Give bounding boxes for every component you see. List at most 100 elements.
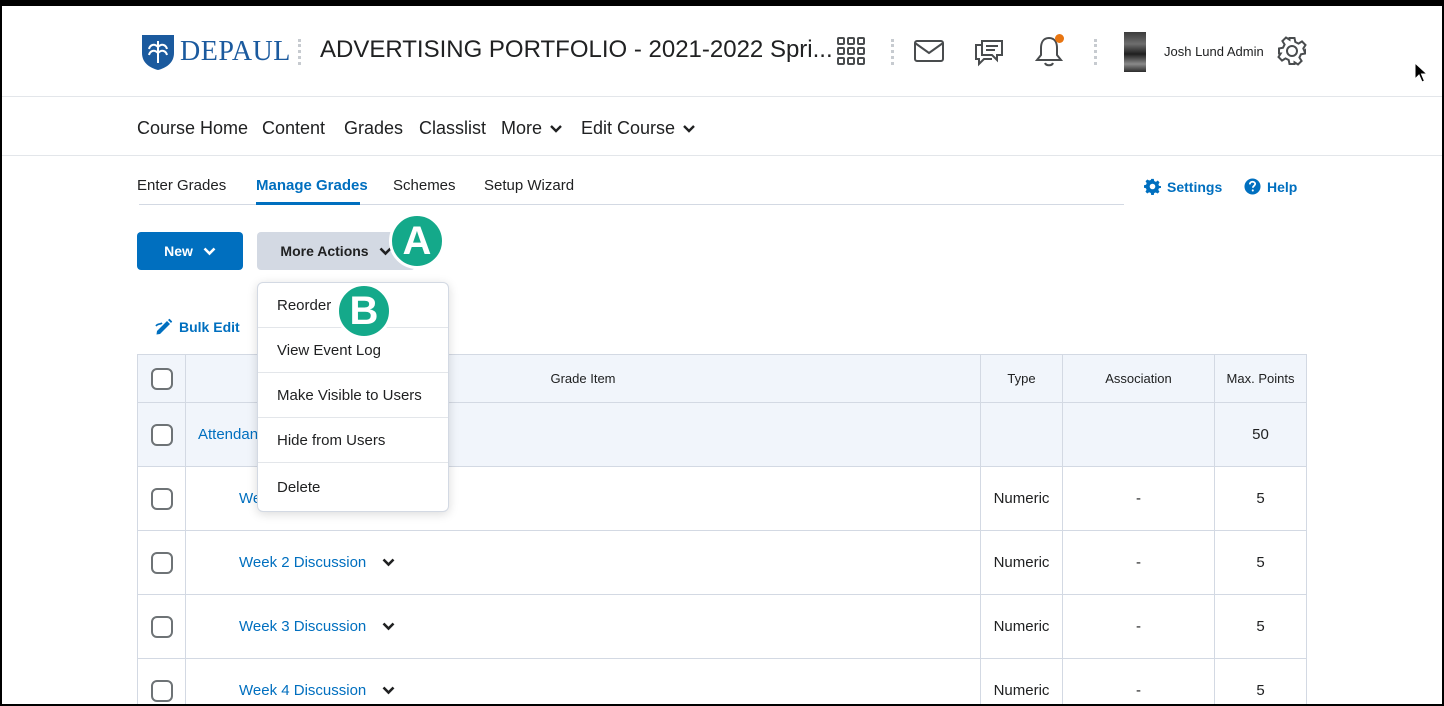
mouse-cursor-icon bbox=[1414, 62, 1428, 83]
waffle-grid-icon[interactable] bbox=[834, 34, 868, 68]
type-header[interactable]: Type bbox=[980, 354, 1063, 403]
table-row: Week 2 Discussion Numeric - 5 bbox=[137, 530, 1307, 595]
nav-classlist[interactable]: Classlist bbox=[419, 118, 486, 139]
header-divider bbox=[891, 39, 894, 65]
row-check-cell bbox=[137, 530, 186, 595]
chevron-down-icon[interactable] bbox=[382, 558, 395, 567]
more-actions-label: More Actions bbox=[280, 243, 369, 259]
menu-item-delete[interactable]: Delete bbox=[258, 463, 448, 511]
settings-label: Settings bbox=[1167, 178, 1223, 195]
tab-enter-grades[interactable]: Enter Grades bbox=[137, 177, 226, 194]
grade-item-name: Week 4 Discussion bbox=[239, 682, 367, 699]
nav-grades[interactable]: Grades bbox=[344, 118, 403, 139]
notification-dot bbox=[1055, 34, 1064, 43]
gear-icon[interactable] bbox=[1275, 34, 1309, 68]
help-link[interactable]: Help bbox=[1244, 178, 1297, 195]
new-button[interactable]: New bbox=[137, 232, 243, 270]
nav-label: Content bbox=[262, 118, 326, 138]
logo-wordmark: DEPAUL bbox=[180, 36, 291, 67]
nav-content[interactable]: Content bbox=[262, 118, 325, 139]
row-checkbox[interactable] bbox=[150, 679, 173, 702]
association-header[interactable]: Association bbox=[1062, 354, 1215, 403]
depaul-shield-icon bbox=[142, 35, 174, 70]
menu-item-hide[interactable]: Hide from Users bbox=[258, 418, 448, 463]
nav-label: More bbox=[501, 118, 543, 138]
nav-edit-course[interactable]: Edit Course bbox=[581, 118, 695, 139]
nav-course-home[interactable]: Course Home bbox=[137, 118, 248, 139]
grade-item-link[interactable]: Week 2 Discussion bbox=[239, 554, 395, 571]
active-tab-indicator bbox=[256, 202, 360, 205]
chevron-down-icon bbox=[203, 247, 216, 255]
bulk-edit-label: Bulk Edit bbox=[179, 319, 240, 335]
association-cell: - bbox=[1062, 658, 1215, 704]
depaul-logo[interactable]: DEPAUL bbox=[140, 33, 291, 71]
avatar[interactable] bbox=[1124, 32, 1146, 72]
callout-badge-b: B bbox=[336, 283, 392, 339]
type-cell: Numeric bbox=[980, 658, 1063, 704]
association-cell: - bbox=[1062, 466, 1215, 531]
max-points-cell: 5 bbox=[1214, 658, 1307, 704]
course-title[interactable]: ADVERTISING PORTFOLIO - 2021-2022 Spri..… bbox=[320, 36, 833, 64]
type-cell bbox=[980, 402, 1063, 467]
max-points-cell: 5 bbox=[1214, 530, 1307, 595]
association-cell: - bbox=[1062, 530, 1215, 595]
nav-label: Edit Course bbox=[581, 118, 676, 138]
pencil-icon bbox=[155, 318, 173, 335]
tab-setup-wizard[interactable]: Setup Wizard bbox=[484, 177, 574, 194]
row-checkbox[interactable] bbox=[150, 551, 173, 574]
row-checkbox[interactable] bbox=[150, 423, 173, 446]
table-row: Week 4 Discussion Numeric - 5 bbox=[137, 658, 1307, 704]
row-check-cell bbox=[137, 402, 186, 467]
type-cell: Numeric bbox=[980, 530, 1063, 595]
nav-label: Grades bbox=[344, 118, 404, 138]
association-cell bbox=[1062, 402, 1215, 467]
select-all-cell bbox=[137, 354, 186, 403]
gear-icon bbox=[1144, 178, 1161, 195]
grade-item-cell: Week 4 Discussion bbox=[185, 658, 981, 704]
callout-badge-a: A bbox=[389, 213, 445, 269]
bulk-edit-link[interactable]: Bulk Edit bbox=[155, 318, 240, 336]
chevron-down-icon bbox=[550, 124, 562, 133]
settings-link[interactable]: Settings bbox=[1144, 178, 1222, 195]
menu-item-make-visible[interactable]: Make Visible to Users bbox=[258, 373, 448, 418]
grade-item-link[interactable]: Week 4 Discussion bbox=[239, 682, 395, 699]
nav-label: Course Home bbox=[137, 118, 249, 138]
association-cell: - bbox=[1062, 594, 1215, 659]
select-all-checkbox[interactable] bbox=[150, 367, 173, 390]
chevron-down-icon[interactable] bbox=[382, 622, 395, 631]
help-label: Help bbox=[1267, 178, 1298, 195]
chevron-down-icon bbox=[683, 124, 695, 133]
app-window: DEPAUL ADVERTISING PORTFOLIO - 2021-2022… bbox=[0, 0, 1444, 706]
new-button-label: New bbox=[164, 243, 193, 259]
max-points-header[interactable]: Max. Points bbox=[1214, 354, 1307, 403]
header-divider bbox=[1094, 39, 1097, 65]
grade-item-cell: Week 2 Discussion bbox=[185, 530, 981, 595]
grade-item-link[interactable]: Week 3 Discussion bbox=[239, 618, 395, 635]
row-check-cell bbox=[137, 466, 186, 531]
tab-schemes[interactable]: Schemes bbox=[393, 177, 456, 194]
row-checkbox[interactable] bbox=[150, 615, 173, 638]
grade-item-link[interactable]: Attendan bbox=[198, 426, 258, 443]
grade-item-name: Week 2 Discussion bbox=[239, 554, 367, 571]
type-cell: Numeric bbox=[980, 594, 1063, 659]
header-divider bbox=[298, 39, 301, 65]
row-check-cell bbox=[137, 594, 186, 659]
tab-manage-grades[interactable]: Manage Grades bbox=[256, 177, 368, 194]
nav-more[interactable]: More bbox=[501, 118, 562, 139]
type-cell: Numeric bbox=[980, 466, 1063, 531]
user-name[interactable]: Josh Lund Admin bbox=[1164, 44, 1264, 59]
max-points-cell: 50 bbox=[1214, 402, 1307, 467]
max-points-cell: 5 bbox=[1214, 594, 1307, 659]
chat-icon[interactable] bbox=[972, 34, 1006, 68]
max-points-cell: 5 bbox=[1214, 466, 1307, 531]
grade-item-cell: Week 3 Discussion bbox=[185, 594, 981, 659]
row-checkbox[interactable] bbox=[150, 487, 173, 510]
table-row: Week 3 Discussion Numeric - 5 bbox=[137, 594, 1307, 659]
nav-label: Classlist bbox=[419, 118, 487, 138]
row-check-cell bbox=[137, 658, 186, 704]
grade-item-name: Week 3 Discussion bbox=[239, 618, 367, 635]
chevron-down-icon[interactable] bbox=[382, 686, 395, 695]
mail-icon[interactable] bbox=[912, 34, 946, 68]
help-icon bbox=[1244, 178, 1261, 195]
course-navbar: Course Home Content Grades Classlist Mor… bbox=[2, 97, 1442, 156]
